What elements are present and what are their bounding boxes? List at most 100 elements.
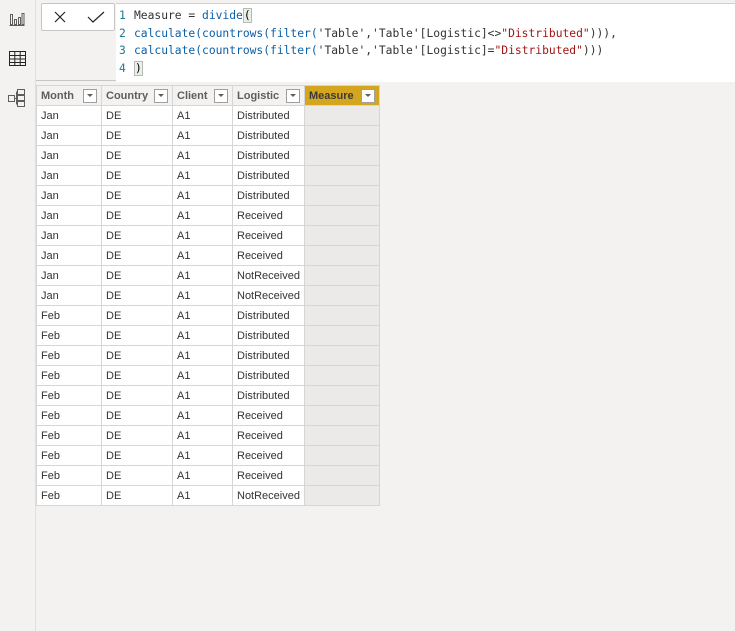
table-cell-country[interactable]: DE bbox=[101, 405, 173, 426]
table-cell-measure[interactable] bbox=[303, 165, 380, 186]
table-cell-measure[interactable] bbox=[303, 205, 380, 226]
table-cell-measure[interactable] bbox=[303, 365, 380, 386]
table-cell-country[interactable]: DE bbox=[101, 265, 173, 286]
table-cell-client[interactable]: A1 bbox=[172, 265, 233, 286]
table-cell-logistic[interactable]: Received bbox=[232, 205, 305, 226]
table-cell-month[interactable]: Feb bbox=[36, 305, 102, 326]
table-cell-logistic[interactable]: Distributed bbox=[232, 145, 305, 166]
table-cell-month[interactable]: Feb bbox=[36, 345, 102, 366]
table-cell-client[interactable]: A1 bbox=[172, 445, 233, 466]
table-cell-logistic[interactable]: Distributed bbox=[232, 165, 305, 186]
table-cell-month[interactable]: Jan bbox=[36, 185, 102, 206]
table-cell-client[interactable]: A1 bbox=[172, 145, 233, 166]
table-cell-client[interactable]: A1 bbox=[172, 305, 233, 326]
table-cell-logistic[interactable]: Distributed bbox=[232, 305, 305, 326]
table-cell-logistic[interactable]: NotReceived bbox=[232, 285, 305, 306]
table-cell-country[interactable]: DE bbox=[101, 245, 173, 266]
data-view-button[interactable] bbox=[7, 48, 27, 68]
column-header-measure[interactable]: Measure bbox=[303, 85, 380, 106]
table-cell-measure[interactable] bbox=[303, 225, 380, 246]
table-cell-country[interactable]: DE bbox=[101, 365, 173, 386]
table-cell-country[interactable]: DE bbox=[101, 285, 173, 306]
column-filter-dropdown-icon[interactable] bbox=[285, 88, 300, 103]
table-cell-month[interactable]: Jan bbox=[36, 125, 102, 146]
table-cell-measure[interactable] bbox=[303, 485, 380, 506]
table-cell-country[interactable]: DE bbox=[101, 105, 173, 126]
table-cell-client[interactable]: A1 bbox=[172, 465, 233, 486]
column-header-logistic[interactable]: Logistic bbox=[232, 85, 305, 106]
table-cell-country[interactable]: DE bbox=[101, 145, 173, 166]
table-cell-client[interactable]: A1 bbox=[172, 205, 233, 226]
column-filter-dropdown-icon[interactable] bbox=[154, 88, 168, 103]
table-cell-client[interactable]: A1 bbox=[172, 105, 233, 126]
column-header-country[interactable]: Country bbox=[101, 85, 173, 106]
column-filter-dropdown-icon[interactable] bbox=[360, 88, 375, 103]
table-cell-logistic[interactable]: Received bbox=[232, 225, 305, 246]
table-cell-country[interactable]: DE bbox=[101, 445, 173, 466]
cancel-formula-button[interactable] bbox=[50, 7, 70, 27]
dax-formula-editor[interactable]: 1 Measure = divide(2 calculate(countrows(f… bbox=[116, 3, 735, 82]
table-cell-logistic[interactable]: Distributed bbox=[232, 365, 305, 386]
table-cell-country[interactable]: DE bbox=[101, 345, 173, 366]
table-cell-measure[interactable] bbox=[303, 445, 380, 466]
table-cell-month[interactable]: Jan bbox=[36, 245, 102, 266]
table-cell-client[interactable]: A1 bbox=[172, 365, 233, 386]
table-cell-logistic[interactable]: NotReceived bbox=[232, 485, 305, 506]
table-cell-client[interactable]: A1 bbox=[172, 425, 233, 446]
table-cell-measure[interactable] bbox=[303, 465, 380, 486]
table-cell-country[interactable]: DE bbox=[101, 205, 173, 226]
table-cell-logistic[interactable]: Distributed bbox=[232, 125, 305, 146]
table-cell-country[interactable]: DE bbox=[101, 485, 173, 506]
table-cell-country[interactable]: DE bbox=[101, 425, 173, 446]
table-cell-measure[interactable] bbox=[303, 265, 380, 286]
table-cell-month[interactable]: Feb bbox=[36, 385, 102, 406]
table-cell-client[interactable]: A1 bbox=[172, 405, 233, 426]
table-cell-client[interactable]: A1 bbox=[172, 125, 233, 146]
commit-formula-button[interactable] bbox=[86, 7, 106, 27]
table-cell-country[interactable]: DE bbox=[101, 465, 173, 486]
table-cell-month[interactable]: Feb bbox=[36, 465, 102, 486]
table-cell-logistic[interactable]: Distributed bbox=[232, 325, 305, 346]
table-cell-logistic[interactable]: Received bbox=[232, 405, 305, 426]
table-cell-client[interactable]: A1 bbox=[172, 165, 233, 186]
table-cell-month[interactable]: Jan bbox=[36, 225, 102, 246]
table-cell-client[interactable]: A1 bbox=[172, 225, 233, 246]
column-header-month[interactable]: Month bbox=[36, 85, 102, 106]
table-cell-measure[interactable] bbox=[303, 405, 380, 426]
table-cell-country[interactable]: DE bbox=[101, 165, 173, 186]
table-cell-month[interactable]: Jan bbox=[36, 165, 102, 186]
table-cell-client[interactable]: A1 bbox=[172, 245, 233, 266]
table-cell-client[interactable]: A1 bbox=[172, 185, 233, 206]
table-cell-month[interactable]: Feb bbox=[36, 405, 102, 426]
table-cell-client[interactable]: A1 bbox=[172, 285, 233, 306]
table-cell-client[interactable]: A1 bbox=[172, 485, 233, 506]
table-cell-measure[interactable] bbox=[303, 285, 380, 306]
table-cell-logistic[interactable]: Received bbox=[232, 465, 305, 486]
column-header-client[interactable]: Client bbox=[172, 85, 233, 106]
table-cell-logistic[interactable]: Received bbox=[232, 425, 305, 446]
table-cell-country[interactable]: DE bbox=[101, 305, 173, 326]
table-cell-logistic[interactable]: Distributed bbox=[232, 105, 305, 126]
table-cell-month[interactable]: Feb bbox=[36, 485, 102, 506]
table-cell-measure[interactable] bbox=[303, 305, 380, 326]
table-cell-logistic[interactable]: Received bbox=[232, 445, 305, 466]
table-cell-country[interactable]: DE bbox=[101, 185, 173, 206]
table-cell-country[interactable]: DE bbox=[101, 125, 173, 146]
table-cell-month[interactable]: Feb bbox=[36, 365, 102, 386]
table-cell-logistic[interactable]: Received bbox=[232, 245, 305, 266]
table-cell-logistic[interactable]: Distributed bbox=[232, 345, 305, 366]
table-cell-measure[interactable] bbox=[303, 105, 380, 126]
table-cell-measure[interactable] bbox=[303, 425, 380, 446]
table-cell-month[interactable]: Feb bbox=[36, 445, 102, 466]
table-cell-client[interactable]: A1 bbox=[172, 325, 233, 346]
table-cell-month[interactable]: Jan bbox=[36, 105, 102, 126]
table-cell-measure[interactable] bbox=[303, 345, 380, 366]
table-cell-measure[interactable] bbox=[303, 385, 380, 406]
table-cell-month[interactable]: Jan bbox=[36, 265, 102, 286]
table-cell-measure[interactable] bbox=[303, 125, 380, 146]
table-cell-client[interactable]: A1 bbox=[172, 385, 233, 406]
table-cell-country[interactable]: DE bbox=[101, 325, 173, 346]
table-cell-month[interactable]: Feb bbox=[36, 425, 102, 446]
table-cell-month[interactable]: Jan bbox=[36, 145, 102, 166]
table-cell-measure[interactable] bbox=[303, 145, 380, 166]
